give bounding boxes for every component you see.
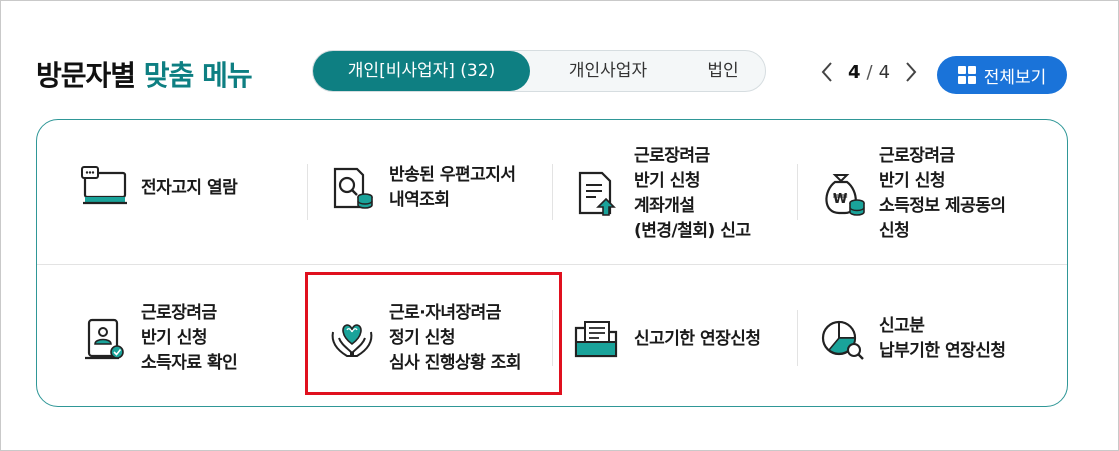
menu-panel: 전자고지 열람 반송된 우편고지서 내역조회 근로장려금 반기 신청 계좌개설 … — [36, 119, 1068, 407]
col-divider — [307, 310, 308, 366]
menu-item-account-opening[interactable]: 근로장려금 반기 신청 계좌개설 (변경/철회) 신고 — [572, 144, 751, 244]
menu-item-returned-mail[interactable]: 반송된 우편고지서 내역조회 — [327, 163, 516, 213]
col-divider — [552, 164, 553, 220]
title-main: 방문자별 — [36, 59, 136, 92]
menu-item-label: 신고분 납부기한 연장신청 — [879, 316, 1006, 361]
page-total: 4 — [878, 61, 891, 83]
menu-item-income-data[interactable]: 근로장려금 반기 신청 소득자료 확인 — [79, 301, 238, 376]
hands-heart-icon — [331, 323, 373, 357]
chevron-left-icon — [821, 62, 832, 82]
menu-item-review-status[interactable]: 근로·자녀장려금 정기 신청 심사 진행상황 조회 — [327, 301, 521, 376]
tab-individual-non-business[interactable]: 개인[비사업자] (32) — [313, 51, 530, 91]
menu-item-payment-extension[interactable]: 신고분 납부기한 연장신청 — [817, 314, 1006, 364]
visitor-type-tabs: 개인[비사업자] (32) 개인사업자 법인 — [312, 50, 766, 92]
money-bag-coins-icon: ₩ — [825, 174, 865, 216]
tab-corporation[interactable]: 법인 — [683, 51, 763, 91]
menu-item-label: 근로장려금 반기 신청 계좌개설 (변경/철회) 신고 — [634, 146, 751, 241]
menu-item-filing-extension[interactable]: 신고기한 연장신청 — [572, 314, 761, 364]
row-divider — [37, 264, 1067, 265]
next-page-button[interactable] — [902, 58, 920, 86]
menu-item-label: 반송된 우편고지서 내역조회 — [389, 165, 516, 210]
title-accent: 맞춤 메뉴 — [143, 59, 253, 92]
svg-text:₩: ₩ — [833, 192, 848, 207]
menu-item-income-consent[interactable]: ₩ 근로장려금 반기 신청 소득정보 제공동의 신청 — [817, 144, 1006, 244]
col-divider — [552, 310, 553, 366]
chevron-right-icon — [906, 62, 917, 82]
col-divider — [307, 164, 308, 220]
grid-icon — [957, 66, 976, 84]
tab-individual-business[interactable]: 개인사업자 — [538, 51, 678, 91]
view-all-button[interactable]: 전체보기 — [937, 56, 1067, 94]
menu-item-label: 전자고지 열람 — [141, 177, 238, 198]
monitor-message-icon — [81, 166, 127, 205]
pagination: 4 / 4 — [818, 58, 920, 86]
col-divider — [797, 164, 798, 220]
menu-item-label: 근로장려금 반기 신청 소득정보 제공동의 신청 — [879, 146, 1006, 241]
page-separator: / — [866, 61, 873, 83]
page-title: 방문자별 맞춤 메뉴 — [36, 54, 253, 94]
prev-page-button[interactable] — [818, 58, 836, 86]
page-current: 4 — [848, 61, 861, 83]
menu-item-label: 근로·자녀장려금 정기 신청 심사 진행상황 조회 — [389, 303, 521, 373]
menu-item-e-notice[interactable]: 전자고지 열람 — [79, 163, 238, 213]
document-upload-icon — [578, 171, 616, 216]
col-divider — [797, 310, 798, 366]
document-search-coins-icon — [333, 167, 373, 209]
view-all-label: 전체보기 — [983, 67, 1047, 88]
folder-document-icon — [574, 321, 618, 358]
certificate-scroll-icon — [85, 318, 124, 359]
menu-item-label: 근로장려금 반기 신청 소득자료 확인 — [141, 303, 238, 373]
menu-item-label: 신고기한 연장신청 — [634, 328, 761, 349]
pie-chart-search-icon — [821, 320, 864, 360]
